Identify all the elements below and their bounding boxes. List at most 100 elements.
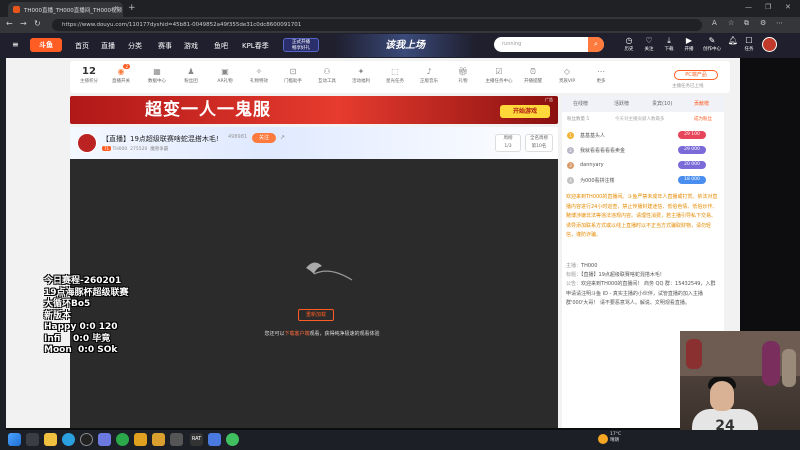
nav-events[interactable]: 赛事 — [158, 41, 172, 51]
close-window-icon[interactable]: ✕ — [785, 3, 791, 11]
search-taskbar-icon[interactable] — [26, 433, 39, 446]
overlay-line: Infi 0:0 毕竟 — [44, 333, 111, 344]
tool-vip[interactable]: ◇ 贵族VIP — [552, 66, 582, 84]
tool-live-switch[interactable]: 2 ◉ 直播开关 — [106, 64, 136, 84]
download-icon[interactable]: ⤓ 下载 — [660, 36, 678, 52]
app3-icon[interactable]: RAT — [190, 433, 203, 446]
task-icon[interactable]: ☐ 任务 — [740, 36, 758, 52]
nav-home[interactable]: 首页 — [75, 41, 89, 51]
follow-count: 498981 — [228, 134, 248, 140]
fans-icon: ♟ — [187, 67, 195, 76]
reload-video-button[interactable]: 重新加载 — [298, 309, 334, 321]
weather-widget[interactable]: 17°C 晴朗 — [610, 432, 621, 444]
wechat-icon[interactable] — [226, 433, 239, 446]
tab-active[interactable]: 活跃榜 — [614, 100, 629, 107]
promo-line2: 畅享好礼 — [292, 46, 310, 51]
tool-threshold[interactable]: ⊡ 门槛助手 — [278, 66, 308, 84]
search-icon[interactable]: ⌕ — [588, 37, 604, 52]
more-icon: ⋯ — [597, 67, 605, 76]
tab-online[interactable]: 在线榜 — [573, 100, 588, 107]
reload-icon[interactable]: ↻ — [34, 19, 41, 28]
menu-icon[interactable]: ≡ — [12, 40, 19, 49]
ad-start-button[interactable]: 开始游戏 — [500, 105, 550, 118]
broadcast-icon[interactable]: ▶ 开播 — [680, 36, 698, 52]
browser-tab[interactable]: TH000直播_TH000直播间_TH000视频 ✕ — [8, 2, 123, 17]
anchor-avatar[interactable] — [77, 133, 97, 153]
ad-banner[interactable] — [70, 96, 558, 124]
stream-overlay-text: 今日赛程-260201 19点海豚杯超级联赛 大循环Bo5 新版本 Happy … — [44, 276, 129, 357]
app2-icon[interactable] — [170, 433, 183, 446]
room-number: 275520 — [130, 147, 148, 152]
tab-contribution[interactable]: 贡献榜 — [694, 100, 709, 107]
diamond-icon: ◇ — [563, 67, 571, 76]
pc-product-button[interactable]: PC端产品 — [674, 70, 718, 80]
douyu-logo[interactable]: 斗鱼 — [30, 38, 62, 52]
tool-data-center[interactable]: ▦ 数据中心 — [142, 66, 172, 84]
share-icon[interactable]: ↗ — [280, 134, 285, 141]
tool-music[interactable]: ♪ 正版音乐 — [414, 66, 444, 84]
task-center-icon: ☑ — [495, 67, 503, 76]
tool-more[interactable]: ⋯ 更多 — [586, 66, 616, 84]
rank-row[interactable]: 2 我就看看看看看卖金 29 000 — [566, 145, 720, 157]
anchor-level[interactable]: 12 主播积分 — [78, 66, 100, 84]
history-icon[interactable]: ◷ 历史 — [620, 36, 638, 52]
obs-icon[interactable] — [80, 433, 93, 446]
rank-row[interactable]: 1 基基基头人 29 100 — [566, 130, 720, 142]
explorer-icon[interactable] — [44, 433, 57, 446]
nav-games[interactable]: 游戏 — [184, 41, 198, 51]
chart-icon: ▦ — [153, 67, 161, 76]
minimize-icon[interactable]: — — [745, 3, 752, 11]
download-client-link[interactable]: 下载客户端 — [284, 331, 309, 337]
tool-reminder[interactable]: ⏰︎ 开播提醒 — [518, 66, 548, 84]
header-banner[interactable]: 该我上场 — [335, 34, 475, 57]
video-player[interactable] — [70, 159, 558, 428]
interact-icon: ⚇ — [323, 67, 331, 76]
forward-icon[interactable]: → — [20, 19, 27, 28]
pc-tip: 主播任务已上线 — [672, 84, 704, 89]
follow-button[interactable]: 关注 — [252, 133, 276, 143]
tool-ar-gift[interactable]: ▣ AR礼物 — [210, 66, 240, 84]
tool-interactive[interactable]: ⚇ 互动工具 — [312, 66, 342, 84]
rank-row[interactable]: 4 为000看拼注楼 18 000 — [566, 175, 720, 187]
room-category[interactable]: 魔兽争霸 — [150, 147, 168, 152]
maximize-icon[interactable]: ❐ — [765, 3, 771, 11]
extensions-icon[interactable]: ⚙ — [760, 19, 766, 27]
level-value: 12 — [82, 66, 96, 77]
become-fan-link[interactable]: 成为粉丝 — [694, 116, 712, 122]
rank-row[interactable]: 3 dannyary 20 000 — [566, 160, 720, 172]
ad-label: 广告 — [545, 97, 553, 102]
game2-icon[interactable] — [152, 433, 165, 446]
nav-kpl[interactable]: KPL春季 — [242, 41, 269, 51]
week-rank-box[interactable]: 周榜 1/3 — [495, 134, 521, 152]
heart-icon[interactable]: ♡ 关注 — [640, 36, 658, 52]
user-avatar[interactable] — [762, 37, 777, 52]
browser-menu-icon[interactable]: ⋯ — [776, 19, 783, 27]
app4-icon[interactable] — [208, 433, 221, 446]
anchor-name[interactable]: TH000 — [113, 147, 128, 152]
tool-star-task[interactable]: ⬚ 星光任务 — [380, 66, 410, 84]
url-input[interactable]: https://www.douyu.com/110177dyshid=45b81… — [52, 19, 702, 31]
edge-icon[interactable] — [62, 433, 75, 446]
game-icon[interactable] — [134, 433, 147, 446]
tool-activity[interactable]: ✦ 活动福利 — [346, 66, 376, 84]
new-tab-button[interactable]: + — [128, 3, 136, 13]
creator-icon[interactable]: ✎ 创作中心 — [700, 36, 724, 52]
tool-gift-effects[interactable]: ✧ 礼物特效 — [244, 66, 274, 84]
gift-rank-box[interactable]: 全名周榜 第10名 — [525, 134, 553, 152]
promo-badge[interactable]: 正式开播 畅享好礼 — [283, 38, 319, 52]
app-icon[interactable] — [98, 433, 111, 446]
start-icon[interactable] — [8, 433, 21, 446]
tool-gift[interactable]: 🎁︎ 礼物 — [448, 66, 478, 84]
favorite-star-icon[interactable]: ☆ — [728, 19, 734, 27]
back-icon[interactable]: ← — [6, 19, 13, 28]
tab-vip[interactable]: 贵宾(10) — [652, 100, 672, 107]
chrome-icon[interactable] — [116, 433, 129, 446]
collections-icon[interactable]: ⧉ — [744, 19, 749, 28]
tool-task-center[interactable]: ☑ 主播任务中心 — [482, 66, 516, 84]
tool-fan-group[interactable]: ♟ 粉丝团 — [176, 66, 206, 84]
close-tab-icon[interactable]: ✕ — [114, 5, 119, 12]
nav-yuba[interactable]: 鱼吧 — [214, 41, 228, 51]
nav-live[interactable]: 直播 — [101, 41, 115, 51]
read-aloud-icon[interactable]: A — [712, 19, 717, 27]
nav-category[interactable]: 分类 — [128, 41, 142, 51]
